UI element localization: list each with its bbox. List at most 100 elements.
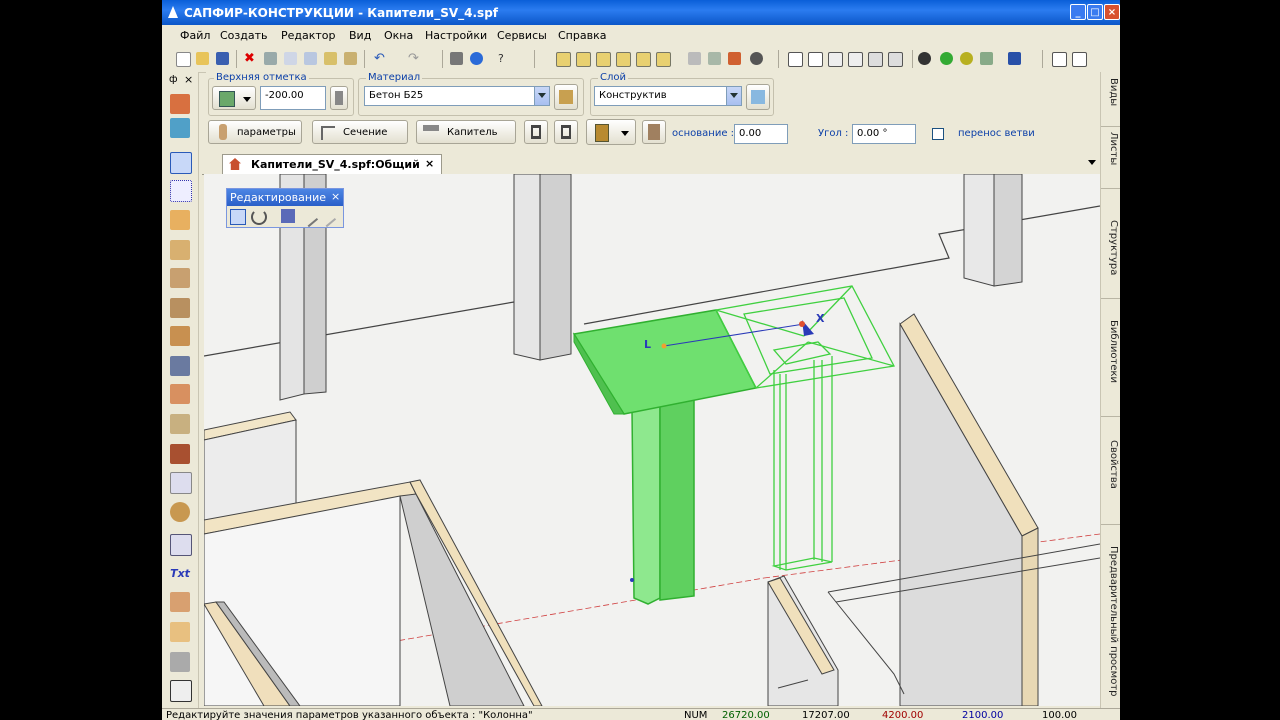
view-mode-icon[interactable] <box>708 52 721 65</box>
chevron-down-icon[interactable] <box>534 87 549 105</box>
window-icon[interactable] <box>170 356 190 376</box>
door-icon[interactable] <box>170 326 190 346</box>
axes-icon[interactable] <box>170 680 192 702</box>
shaded-icon[interactable] <box>888 52 903 67</box>
top-mark-input[interactable]: -200.00 <box>260 86 326 110</box>
room-icon[interactable] <box>170 472 192 494</box>
chevron-down-icon[interactable] <box>726 87 741 105</box>
open-file-icon[interactable] <box>196 52 209 65</box>
beam-icon[interactable] <box>170 298 190 318</box>
layer-select[interactable]: Конструктив <box>594 86 742 106</box>
tool-icon[interactable] <box>170 94 190 114</box>
base-pick-button[interactable] <box>642 120 666 144</box>
menu-view[interactable]: Вид <box>349 29 371 42</box>
shaded-icon[interactable] <box>868 52 883 67</box>
wall-icon[interactable] <box>170 210 190 230</box>
mirror-icon[interactable] <box>317 208 337 228</box>
tool-icon[interactable] <box>170 118 190 138</box>
column-type-button-2[interactable] <box>554 120 578 144</box>
tab-properties[interactable]: Свойства <box>1103 440 1119 489</box>
tab-views[interactable]: Виды <box>1103 78 1119 106</box>
settings-icon[interactable] <box>980 52 993 65</box>
column-icon[interactable] <box>170 268 190 288</box>
grid-axes-icon[interactable] <box>170 180 192 202</box>
stair-icon[interactable] <box>170 414 190 434</box>
menu-windows[interactable]: Окна <box>384 29 413 42</box>
box-3d-icon[interactable] <box>616 52 631 67</box>
material-library-button[interactable] <box>554 84 578 110</box>
redo-icon[interactable]: ↷ <box>408 52 421 65</box>
copy-icon[interactable] <box>284 52 297 65</box>
context-help-icon[interactable]: ? <box>498 52 511 65</box>
print-icon[interactable] <box>450 52 463 65</box>
gear-icon[interactable] <box>940 52 953 65</box>
stretch-icon[interactable] <box>299 208 319 228</box>
menu-services[interactable]: Сервисы <box>497 29 547 42</box>
view-mode-icon[interactable] <box>688 52 701 65</box>
undo-icon[interactable]: ↶ <box>374 52 387 65</box>
hidden-line-icon[interactable] <box>828 52 843 67</box>
tab-list-chevron-icon[interactable] <box>1088 160 1096 165</box>
edit-palette-header[interactable]: Редактирование × <box>227 189 343 206</box>
box-3d-icon[interactable] <box>556 52 571 67</box>
line-icon[interactable] <box>170 592 190 612</box>
hatch-icon[interactable] <box>170 652 190 672</box>
render-icon[interactable] <box>728 52 741 65</box>
box-3d-icon[interactable] <box>656 52 671 67</box>
pick-level-button[interactable] <box>330 86 348 110</box>
help-icon[interactable] <box>470 52 483 65</box>
roof-icon[interactable] <box>170 384 190 404</box>
layers-button[interactable] <box>746 84 770 110</box>
hand-icon[interactable] <box>170 622 190 642</box>
top-mark-mode-dropdown[interactable] <box>212 86 256 110</box>
save-icon[interactable] <box>216 52 229 65</box>
eye-icon[interactable] <box>918 52 931 65</box>
tab-close-icon[interactable]: × <box>425 157 434 170</box>
close-button[interactable]: × <box>1104 4 1120 20</box>
node-edit-icon[interactable] <box>281 209 295 223</box>
base-input[interactable]: 0.00 <box>734 124 788 144</box>
tab-general-view[interactable]: Капители_SV_4.spf:Общий вид × <box>222 154 442 184</box>
menu-editor[interactable]: Редактор <box>281 29 336 42</box>
box-3d-icon[interactable] <box>576 52 591 67</box>
tab-structure[interactable]: Структура <box>1103 220 1119 275</box>
layers-icon[interactable] <box>1008 52 1021 65</box>
section-button[interactable]: Сечение <box>312 120 408 144</box>
menu-help[interactable]: Справка <box>558 29 606 42</box>
box-3d-icon[interactable] <box>596 52 611 67</box>
select-icon[interactable] <box>170 152 192 174</box>
paste-icon[interactable] <box>324 52 337 65</box>
material-select[interactable]: Бетон Б25 <box>364 86 550 106</box>
delete-icon[interactable]: ✖ <box>244 52 257 65</box>
menu-settings[interactable]: Настройки <box>425 29 487 42</box>
new-file-icon[interactable] <box>176 52 191 67</box>
grid-icon[interactable] <box>1052 52 1067 67</box>
3d-viewport[interactable]: L X Редактирование × <box>204 174 1100 706</box>
move-icon[interactable] <box>230 209 246 225</box>
3d-model-canvas[interactable]: L X <box>204 174 1100 706</box>
parameters-button[interactable]: параметры <box>208 120 302 144</box>
tab-preview[interactable]: Предварительный просмотр <box>1103 546 1119 697</box>
gear-icon[interactable] <box>960 52 973 65</box>
column-type-button[interactable] <box>524 120 548 144</box>
paste-special-icon[interactable] <box>344 52 357 65</box>
panel-close-icon[interactable]: × <box>184 73 193 86</box>
base-type-dropdown[interactable] <box>586 119 636 145</box>
box-3d-icon[interactable] <box>636 52 651 67</box>
menu-file[interactable]: Файл <box>180 29 210 42</box>
maximize-button[interactable]: □ <box>1087 4 1103 20</box>
minimize-button[interactable]: _ <box>1070 4 1086 20</box>
hidden-line-icon[interactable] <box>848 52 863 67</box>
menu-create[interactable]: Создать <box>220 29 268 42</box>
wireframe-icon[interactable] <box>788 52 803 67</box>
copy-special-icon[interactable] <box>304 52 317 65</box>
branch-checkbox[interactable] <box>932 128 944 140</box>
capital-icon[interactable] <box>170 444 190 464</box>
object-icon[interactable] <box>170 502 190 522</box>
render-icon[interactable] <box>750 52 763 65</box>
tab-libraries[interactable]: Библиотеки <box>1103 320 1119 383</box>
capital-button[interactable]: Капитель <box>416 120 516 144</box>
text-icon[interactable]: Txt <box>170 564 190 584</box>
snap-icon[interactable] <box>1072 52 1087 67</box>
panel-pin-icon[interactable]: ф <box>169 74 178 85</box>
